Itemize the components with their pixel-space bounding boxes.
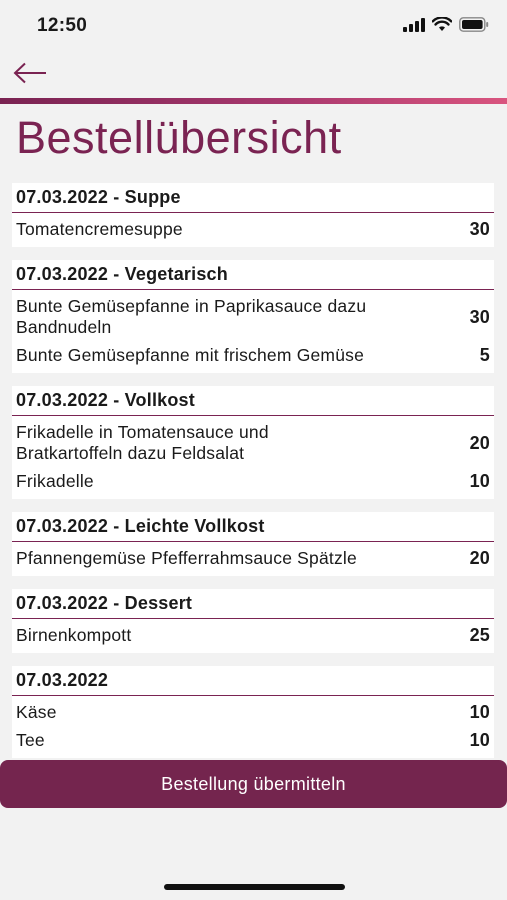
item-name: Tomatencremesuppe — [16, 219, 183, 239]
item-quantity: 30 — [469, 219, 490, 239]
order-section: 07.03.2022 - Vollkost Frikadelle in Toma… — [12, 386, 494, 499]
order-item: Tee 10 — [16, 727, 490, 755]
item-quantity: 5 — [479, 345, 490, 365]
order-section: 07.03.2022 - Leichte Vollkost Pfannengem… — [12, 512, 494, 576]
order-section: 07.03.2022 - Dessert Birnenkompott 25 — [12, 589, 494, 653]
item-name: Tee — [16, 730, 45, 750]
section-header: 07.03.2022 - Suppe — [12, 183, 494, 213]
section-body: Birnenkompott 25 — [12, 619, 494, 653]
item-quantity: 20 — [469, 548, 490, 568]
header-accent-line — [0, 98, 507, 104]
order-item: Frikadelle 10 — [16, 468, 490, 496]
order-section: 07.03.2022 - Suppe Tomatencremesuppe 30 — [12, 183, 494, 247]
arrow-left-icon — [13, 62, 47, 89]
order-item: Pfannengemüse Pfefferrahmsauce Spätzle 2… — [16, 545, 490, 573]
section-body: Käse 10 Tee 10 — [12, 696, 494, 758]
section-body: Pfannengemüse Pfefferrahmsauce Spätzle 2… — [12, 542, 494, 576]
section-header: 07.03.2022 - Leichte Vollkost — [12, 512, 494, 542]
back-button[interactable] — [12, 62, 48, 88]
order-list: 07.03.2022 - Suppe Tomatencremesuppe 30 … — [12, 183, 494, 771]
home-indicator[interactable] — [164, 884, 345, 890]
submit-order-button[interactable]: Bestellung übermitteln — [0, 760, 507, 808]
section-body: Tomatencremesuppe 30 — [12, 213, 494, 247]
section-body: Bunte Gemüsepfanne in Paprikasauce dazu … — [12, 290, 494, 373]
order-item: Bunte Gemüsepfanne in Paprikasauce dazu … — [16, 293, 490, 342]
order-item: Bunte Gemüsepfanne mit frischem Gemüse 5 — [16, 342, 490, 370]
nav-bar — [0, 50, 507, 100]
section-header: 07.03.2022 — [12, 666, 494, 696]
wifi-icon — [431, 16, 453, 37]
section-body: Frikadelle in Tomatensauce und Bratkarto… — [12, 416, 494, 499]
section-header: 07.03.2022 - Vegetarisch — [12, 260, 494, 290]
page-title: Bestellübersicht — [16, 112, 342, 163]
item-name: Bunte Gemüsepfanne mit frischem Gemüse — [16, 345, 365, 365]
item-quantity: 25 — [469, 625, 490, 645]
item-quantity: 30 — [469, 306, 490, 327]
item-quantity: 10 — [469, 471, 490, 491]
item-name: Pfannengemüse Pfefferrahmsauce Spätzle — [16, 548, 357, 568]
item-quantity: 10 — [469, 702, 490, 722]
section-header: 07.03.2022 - Dessert — [12, 589, 494, 619]
item-quantity: 20 — [469, 432, 490, 453]
item-quantity: 10 — [469, 730, 490, 750]
battery-icon — [459, 17, 489, 37]
item-name: Bunte Gemüsepfanne in Paprikasauce dazu … — [16, 296, 367, 337]
cellular-signal-icon — [403, 17, 425, 37]
item-name: Frikadelle in Tomatensauce und Bratkarto… — [16, 422, 269, 463]
status-time: 12:50 — [37, 15, 88, 36]
order-item: Käse 10 — [16, 699, 490, 727]
item-name: Frikadelle — [16, 471, 94, 491]
order-item: Tomatencremesuppe 30 — [16, 216, 490, 244]
item-name: Birnenkompott — [16, 625, 132, 645]
order-section: 07.03.2022 Käse 10 Tee 10 — [12, 666, 494, 758]
section-header: 07.03.2022 - Vollkost — [12, 386, 494, 416]
order-section: 07.03.2022 - Vegetarisch Bunte Gemüsepfa… — [12, 260, 494, 373]
status-bar: 12:50 — [0, 0, 507, 50]
order-item: Frikadelle in Tomatensauce und Bratkarto… — [16, 419, 490, 468]
item-name: Käse — [16, 702, 57, 722]
order-item: Birnenkompott 25 — [16, 622, 490, 650]
status-icons — [403, 16, 489, 37]
